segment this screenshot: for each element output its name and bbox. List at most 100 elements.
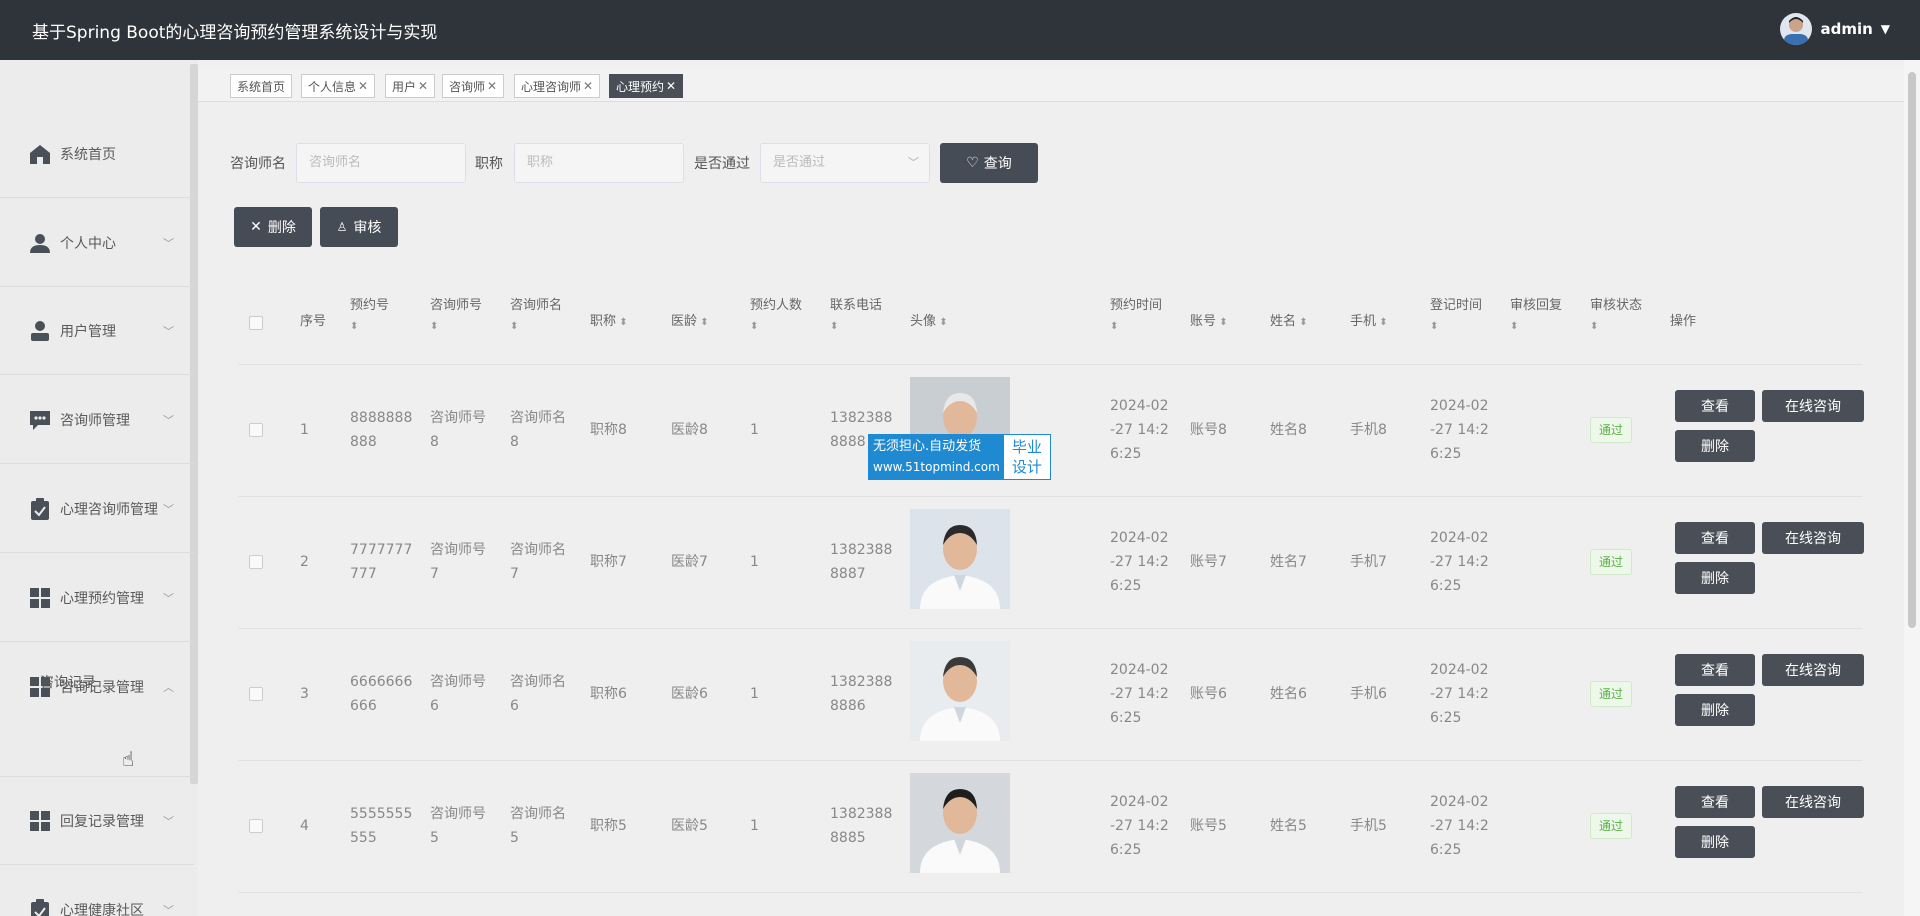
column-header[interactable]: 职称 ⬍ xyxy=(590,312,628,333)
online-consult-button[interactable]: 在线咨询 xyxy=(1762,390,1864,422)
sidebar-item-3[interactable]: 咨询师管理 ﹀ xyxy=(0,376,194,464)
title-input[interactable]: 职称 xyxy=(514,143,684,183)
cell-index: 2 xyxy=(300,554,309,570)
batch-delete-button[interactable]: ✕ 删除 xyxy=(234,207,312,247)
sidebar-item-7[interactable]: 回复记录管理 ﹀ xyxy=(0,777,194,865)
tab-close-icon[interactable]: ✕ xyxy=(583,79,593,93)
view-button[interactable]: 查看 xyxy=(1675,786,1755,818)
sort-icon[interactable]: ⬍ xyxy=(750,321,758,332)
column-header-label: 医龄 xyxy=(671,314,698,329)
sort-icon[interactable]: ⬍ xyxy=(1296,317,1307,328)
cell-mobile: 手机6 xyxy=(1350,686,1387,702)
sidebar-subitem-consult-record[interactable]: 咨询记录 xyxy=(40,672,96,692)
sort-icon[interactable]: ⬍ xyxy=(1590,321,1598,332)
grid-icon xyxy=(28,586,52,610)
cell-counselor-name-line: 8 xyxy=(510,434,519,450)
sort-icon[interactable]: ⬍ xyxy=(1510,321,1518,332)
user-menu[interactable]: admin ▼ xyxy=(1780,13,1890,45)
tab-0[interactable]: 系统首页 xyxy=(230,74,293,98)
column-header[interactable]: 咨询师名 ⬍ xyxy=(510,296,562,337)
sidebar-item-4[interactable]: 心理咨询师管理 ﹀ xyxy=(0,465,194,553)
online-consult-button[interactable]: 在线咨询 xyxy=(1762,522,1864,554)
row-delete-button[interactable]: 删除 xyxy=(1675,826,1755,858)
column-header[interactable]: 预约号 ⬍ xyxy=(350,296,389,337)
username[interactable]: admin xyxy=(1820,20,1872,38)
tab-close-icon[interactable]: ✕ xyxy=(418,79,428,93)
column-header[interactable]: 审核状态 ⬍ xyxy=(1590,296,1642,337)
approved-select[interactable]: 是否通过 ﹀ xyxy=(760,143,930,183)
row-delete-button[interactable]: 删除 xyxy=(1675,430,1755,462)
column-header[interactable]: 预约人数 ⬍ xyxy=(750,296,802,337)
review-button[interactable]: ♙ 审核 xyxy=(320,207,398,247)
sort-icon[interactable]: ⬍ xyxy=(430,321,438,332)
avatar[interactable] xyxy=(1780,13,1813,45)
page-scrollbar[interactable] xyxy=(1904,60,1920,916)
sidebar-item-2[interactable]: 用户管理 ﹀ xyxy=(0,287,194,375)
column-header[interactable]: 联系电话 ⬍ xyxy=(830,296,882,337)
tab-3[interactable]: 咨询师 ✕ xyxy=(442,74,505,98)
column-header[interactable]: 登记时间 ⬍ xyxy=(1430,296,1482,337)
sort-icon[interactable]: ⬍ xyxy=(830,321,838,332)
sidebar-divider xyxy=(0,776,194,777)
online-consult-button[interactable]: 在线咨询 xyxy=(1762,654,1864,686)
row-checkbox[interactable] xyxy=(249,555,263,569)
column-header[interactable]: 审核回复 ⬍ xyxy=(1510,296,1562,337)
cell-name: 姓名6 xyxy=(1270,686,1307,702)
row-checkbox[interactable] xyxy=(249,819,263,833)
view-button[interactable]: 查看 xyxy=(1675,390,1755,422)
column-header[interactable]: 头像 ⬍ xyxy=(910,312,948,333)
view-button[interactable]: 查看 xyxy=(1675,522,1755,554)
sort-icon[interactable]: ⬍ xyxy=(1110,321,1118,332)
tab-2[interactable]: 用户 ✕ xyxy=(385,74,436,98)
sidebar-item-label: 心理健康社区 xyxy=(60,902,144,916)
sort-icon[interactable]: ⬍ xyxy=(1430,321,1438,332)
sidebar-item-8[interactable]: 心理健康社区 ﹀ xyxy=(0,866,194,916)
cell-counselor-name-line: 咨询师名 xyxy=(510,674,566,690)
column-header[interactable]: 姓名 ⬍ xyxy=(1270,312,1308,333)
chevron-down-icon: ﹀ xyxy=(163,413,174,427)
sort-icon[interactable]: ⬍ xyxy=(510,321,518,332)
sidebar-item-6[interactable]: 咨询记录管理 ︿ xyxy=(0,643,194,731)
caret-down-icon[interactable]: ▼ xyxy=(1881,22,1890,36)
sidebar-item-0[interactable]: 系统首页 xyxy=(0,110,194,198)
sort-icon[interactable]: ⬍ xyxy=(350,321,358,332)
tab-4[interactable]: 心理咨询师 ✕ xyxy=(514,74,601,98)
column-header[interactable]: 医龄 ⬍ xyxy=(671,312,709,333)
row-delete-button[interactable]: 删除 xyxy=(1675,694,1755,726)
app-title: 基于Spring Boot的心理咨询预约管理系统设计与实现 xyxy=(32,22,438,43)
tab-1[interactable]: 个人信息 ✕ xyxy=(301,74,376,98)
online-consult-button[interactable]: 在线咨询 xyxy=(1762,786,1864,818)
column-header[interactable]: 咨询师号 ⬍ xyxy=(430,296,482,337)
tab-5[interactable]: 心理预约 ✕ xyxy=(609,74,684,98)
column-header-label: 姓名 xyxy=(1270,314,1297,329)
cell-booking-time-line: 6:25 xyxy=(1110,446,1142,462)
sidebar-item-1[interactable]: 个人中心 ﹀ xyxy=(0,199,194,287)
counselor-name-input[interactable]: 咨询师名 xyxy=(296,143,466,183)
search-button[interactable]: ♡ 查询 xyxy=(940,143,1038,183)
cell-phone: 1382388 8887 xyxy=(830,538,892,586)
filter-label-title: 职称 xyxy=(475,156,503,172)
row-divider xyxy=(238,892,1862,893)
sidebar-item-5[interactable]: 心理预约管理 ﹀ xyxy=(0,554,194,642)
sort-icon[interactable]: ⬍ xyxy=(1216,317,1227,328)
row-checkbox[interactable] xyxy=(249,687,263,701)
column-header[interactable]: 预约时间 ⬍ xyxy=(1110,296,1162,337)
counselor-photo xyxy=(910,773,1010,873)
sort-icon[interactable]: ⬍ xyxy=(616,317,627,328)
column-header[interactable]: 手机 ⬍ xyxy=(1350,312,1388,333)
row-checkbox[interactable] xyxy=(249,423,263,437)
tab-label: 个人信息 xyxy=(308,79,357,94)
sort-icon[interactable]: ⬍ xyxy=(936,317,947,328)
tab-close-icon[interactable]: ✕ xyxy=(358,79,368,93)
cell-register-time-line: 2024-02 xyxy=(1430,530,1489,546)
cell-booking-time-line: 2024-02 xyxy=(1110,794,1169,810)
column-header[interactable]: 账号 ⬍ xyxy=(1190,312,1228,333)
sort-icon[interactable]: ⬍ xyxy=(697,317,708,328)
scrollbar-thumb[interactable] xyxy=(1908,72,1916,628)
row-delete-button[interactable]: 删除 xyxy=(1675,562,1755,594)
tab-close-icon[interactable]: ✕ xyxy=(666,79,676,93)
select-all-checkbox[interactable] xyxy=(249,316,263,330)
view-button[interactable]: 查看 xyxy=(1675,654,1755,686)
sort-icon[interactable]: ⬍ xyxy=(1376,317,1387,328)
tab-close-icon[interactable]: ✕ xyxy=(487,79,497,93)
